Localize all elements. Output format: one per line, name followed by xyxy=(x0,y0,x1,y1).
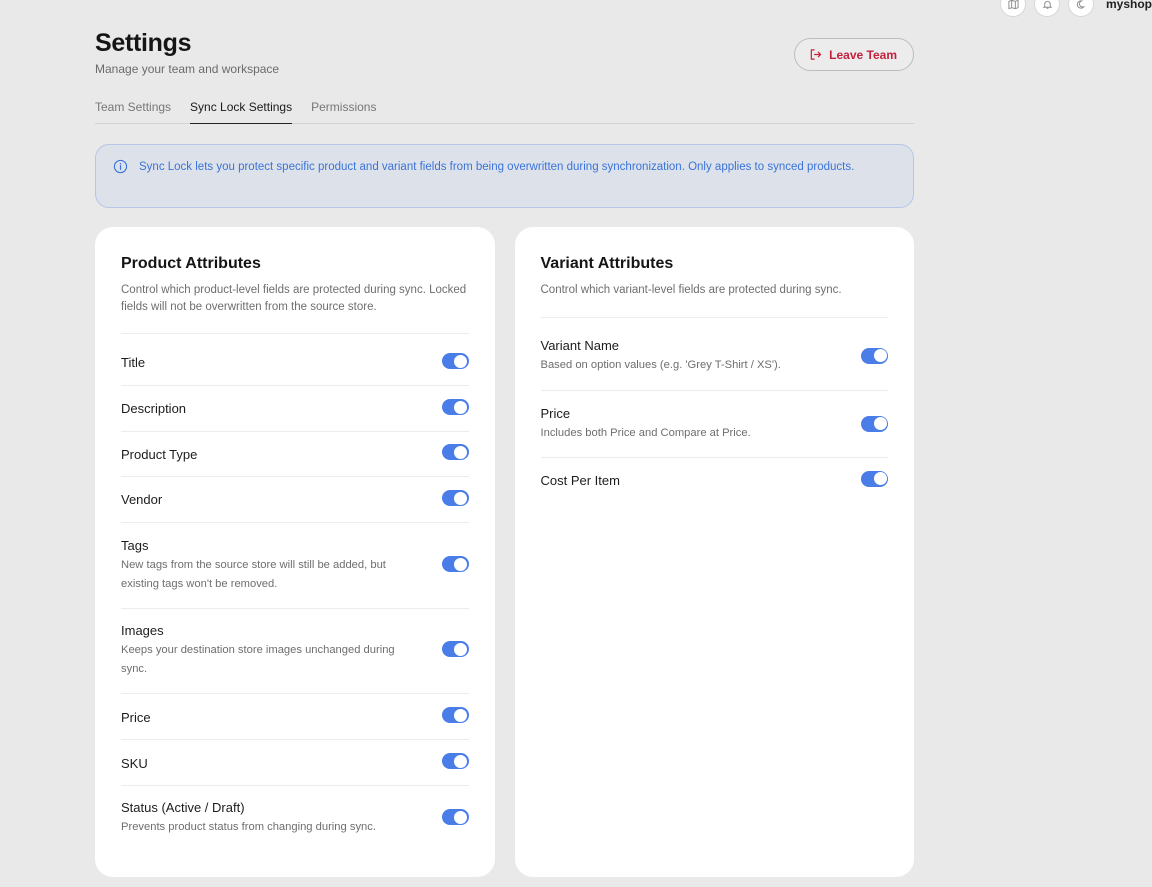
row-label: Description xyxy=(121,401,187,416)
lock-toggle-title[interactable] xyxy=(441,353,469,369)
row-label: Cost Per Item xyxy=(540,472,620,488)
lock-toggle-images[interactable] xyxy=(441,641,469,657)
info-icon xyxy=(113,159,128,174)
product-row-description: Description xyxy=(121,386,469,432)
page-subtitle: Manage your team and workspace xyxy=(95,62,280,76)
row-label: Title xyxy=(121,355,146,370)
product-row-price: Price xyxy=(121,694,469,740)
lock-toggle-tags[interactable] xyxy=(441,556,469,572)
page-header: Settings Manage your team and workspace … xyxy=(95,28,914,84)
lock-toggle-vendor[interactable] xyxy=(441,490,469,506)
info-banner-text: Sync Lock lets you protect specific prod… xyxy=(139,161,855,173)
lock-toggle-description[interactable] xyxy=(441,399,469,415)
product-row-status-active-draft: Status (Active / Draft) Prevents product … xyxy=(121,786,469,852)
variant-attributes-card: Variant Attributes Control which variant… xyxy=(514,227,914,877)
product-row-tags: Tags New tags from the source store will … xyxy=(121,523,469,609)
card-description: Control which variant-level fields are p… xyxy=(540,284,842,296)
variant-rows: Variant Name Based on option values (e.g.… xyxy=(540,318,888,506)
lock-toggle-product-type[interactable] xyxy=(441,444,469,460)
page-title: Settings xyxy=(95,29,192,57)
lock-toggle-price[interactable] xyxy=(861,415,888,432)
row-label: Vendor xyxy=(121,492,163,507)
product-row-images: Images Keeps your destination store image… xyxy=(121,609,469,694)
product-row-sku: SKU xyxy=(121,740,469,786)
row-description: Based on option values (e.g. 'Grey T-Shi… xyxy=(540,358,781,371)
product-attributes-card: Product Attributes Control which product… xyxy=(95,227,495,877)
top-toolbar: myshops- xyxy=(1000,0,1152,17)
row-label: Product Type xyxy=(121,447,198,462)
card-title: Product Attributes xyxy=(121,255,261,272)
card-description: Control which product-level fields are p… xyxy=(121,284,467,313)
row-label: Tags xyxy=(121,538,149,553)
row-description: New tags from the source store will stil… xyxy=(121,559,386,590)
tab-sync-lock-settings[interactable]: Sync Lock Settings xyxy=(190,99,293,124)
product-row-product-type: Product Type xyxy=(121,432,469,477)
product-rows: Title Description Product Type Vendor Tags Ne… xyxy=(121,334,469,852)
logout-icon xyxy=(810,49,822,60)
lock-toggle-status-active-draft[interactable] xyxy=(441,809,469,825)
row-label: Price xyxy=(540,405,571,421)
row-label: SKU xyxy=(121,756,148,771)
bell-icon[interactable] xyxy=(1034,0,1060,17)
row-label: Status (Active / Draft) xyxy=(121,800,245,815)
leave-team-button[interactable]: Leave Team xyxy=(794,38,914,71)
variant-row-cost-per-item: Cost Per Item xyxy=(540,458,888,506)
row-label: Images xyxy=(121,623,164,638)
user-menu[interactable]: myshops- xyxy=(1106,0,1152,11)
variant-row-variant-name: Variant Name Based on option values (e.g.… xyxy=(540,318,888,391)
product-row-vendor: Vendor xyxy=(121,477,469,523)
card-title: Variant Attributes xyxy=(540,255,674,272)
row-description: Prevents product status from changing du… xyxy=(121,821,376,833)
settings-page: Settings Manage your team and workspace … xyxy=(95,28,914,877)
info-banner: Sync Lock lets you protect specific prod… xyxy=(95,144,914,208)
tab-team-settings[interactable]: Team Settings xyxy=(95,99,171,123)
product-row-title: Title xyxy=(121,334,469,386)
tab-permissions[interactable]: Permissions xyxy=(311,99,376,123)
attribute-cards: Product Attributes Control which product… xyxy=(95,227,914,877)
lock-toggle-sku[interactable] xyxy=(441,753,469,769)
map-icon[interactable] xyxy=(1000,0,1026,17)
variant-row-price: Price Includes both Price and Compare at … xyxy=(540,391,888,458)
row-label: Variant Name xyxy=(540,337,620,353)
settings-tabs: Team Settings Sync Lock Settings Permiss… xyxy=(95,99,914,124)
lock-toggle-cost-per-item[interactable] xyxy=(861,470,888,487)
row-description: Includes both Price and Compare at Price… xyxy=(540,426,751,439)
row-label: Price xyxy=(121,710,151,725)
lock-toggle-price[interactable] xyxy=(441,707,469,723)
moon-icon[interactable] xyxy=(1068,0,1094,17)
leave-team-label: Leave Team xyxy=(829,47,897,62)
row-description: Keeps your destination store images unch… xyxy=(121,644,395,675)
lock-toggle-variant-name[interactable] xyxy=(861,347,888,364)
